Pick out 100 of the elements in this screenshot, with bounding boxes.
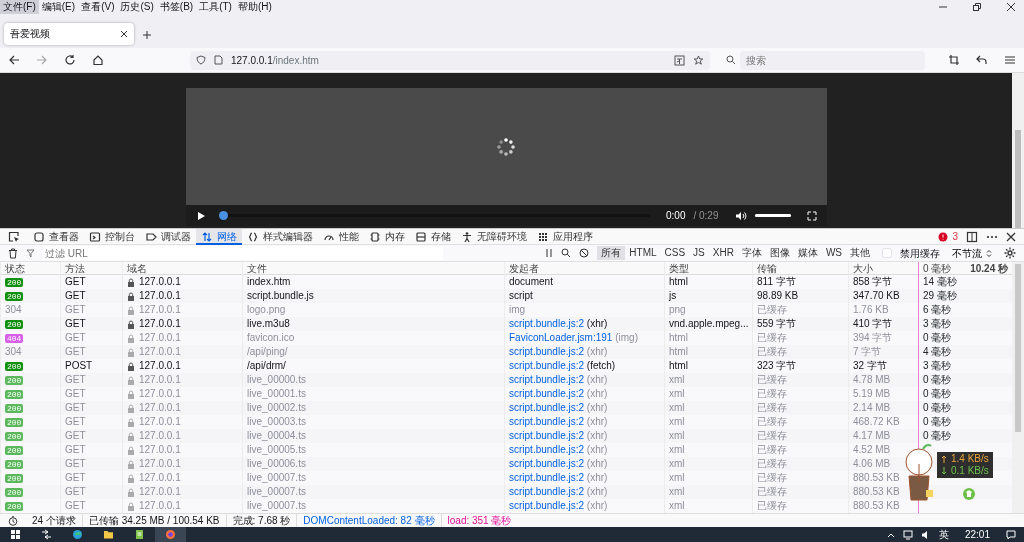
notification-icon[interactable] — [1006, 529, 1016, 540]
devtools-tab[interactable]: 调试器 — [140, 228, 196, 245]
devtools-tab[interactable]: 应用程序 — [532, 228, 598, 245]
menu-item[interactable]: 帮助(H) — [234, 0, 275, 14]
browser-icon[interactable] — [72, 529, 83, 540]
error-count[interactable]: 3 — [952, 229, 958, 244]
trash-icon[interactable] — [8, 247, 18, 259]
block-icon[interactable] — [579, 248, 590, 258]
volume-slider[interactable] — [754, 214, 791, 217]
devtools-tab[interactable]: 性能 — [318, 228, 364, 245]
type-filter[interactable]: 其他 — [846, 246, 874, 260]
initiator-link[interactable]: FaviconLoader.jsm:191 — [509, 332, 613, 343]
initiator-link[interactable]: script.bundle.js:2 — [509, 346, 585, 357]
table-row[interactable]: 200 GET 127.0.0.1 live.m3u8 script.bundle.js:2 (xhr) vnd.apple.mpeg... 559 字节 410 字节 3 毫秒 — [0, 317, 1012, 331]
volume-icon[interactable] — [734, 210, 747, 221]
browser-tab[interactable]: 吾爱视频 — [4, 23, 134, 45]
restore-icon[interactable] — [972, 2, 982, 12]
progress-slider[interactable] — [221, 211, 650, 220]
column-header[interactable]: 发起者 — [504, 262, 664, 275]
fullscreen-icon[interactable] — [806, 210, 817, 221]
menu-item[interactable]: 工具(T) — [196, 0, 235, 14]
page-scrollbar[interactable] — [1012, 73, 1024, 228]
search-field[interactable]: 搜索 — [740, 50, 925, 70]
table-scrollbar[interactable] — [1012, 262, 1024, 513]
picker-icon[interactable] — [8, 230, 20, 243]
clock-text[interactable]: 22:01 — [956, 527, 998, 542]
search-icon[interactable] — [561, 248, 572, 258]
type-filter[interactable]: WS — [821, 246, 846, 260]
play-icon[interactable] — [195, 210, 206, 221]
column-header[interactable]: 类型 — [664, 262, 752, 275]
reload-icon[interactable] — [64, 54, 76, 66]
menu-item[interactable]: 编辑(E) — [38, 0, 79, 14]
devtools-tab[interactable]: 查看器 — [28, 228, 84, 245]
devtools-tab[interactable]: 网络 — [196, 228, 242, 245]
column-header[interactable]: 方法 — [60, 262, 122, 275]
initiator-link[interactable]: script.bundle.js:2 — [509, 360, 585, 371]
initiator-link[interactable]: script.bundle.js:2 — [509, 416, 585, 427]
table-row[interactable]: 304 GET 127.0.0.1 /api/ping/ script.bundle.js:2 (xhr) html 已缓存 7 字节 4 毫秒 — [0, 345, 1012, 359]
initiator-link[interactable]: script.bundle.js:2 — [509, 374, 585, 385]
column-header[interactable]: 状态 — [0, 262, 60, 275]
initiator-link[interactable]: script.bundle.js:2 — [509, 318, 585, 329]
column-header[interactable]: 文件 — [242, 262, 504, 275]
folder-icon[interactable] — [103, 529, 114, 540]
crop-icon[interactable] — [948, 54, 960, 66]
chevron-up-icon[interactable] — [886, 531, 895, 538]
initiator-link[interactable]: script.bundle.js:2 — [509, 402, 585, 413]
type-filter[interactable]: JS — [689, 246, 709, 260]
type-filter[interactable]: CSS — [660, 246, 690, 260]
menu-icon[interactable] — [1004, 54, 1016, 66]
task-view-icon[interactable] — [41, 529, 52, 540]
initiator-link[interactable]: script.bundle.js:2 — [509, 472, 585, 483]
column-header[interactable]: 大小 — [848, 262, 918, 275]
address-field[interactable]: 127.0.0.1/index.htm — [190, 50, 710, 70]
initiator-link[interactable]: script.bundle.js:2 — [509, 486, 585, 497]
menu-item[interactable]: 书签(B) — [156, 0, 197, 14]
windows-icon[interactable] — [10, 529, 21, 540]
menu-item[interactable]: 文件(F) — [0, 0, 39, 14]
table-row[interactable]: 200 GET 127.0.0.1 live_00000.ts script.bundle.js:2 (xhr) xml 已缓存 4.78 MB 0 毫秒 — [0, 373, 1012, 387]
table-row[interactable]: 200 GET 127.0.0.1 live_00007.ts script.bundle.js:2 (xhr) xml 已缓存 880.53 KB — [0, 485, 1012, 499]
input-method[interactable]: 英 — [938, 527, 949, 542]
cache-checkbox[interactable] — [882, 248, 892, 258]
notepad-icon[interactable] — [134, 529, 145, 540]
settings-icon[interactable] — [1004, 247, 1016, 259]
error-icon[interactable] — [938, 231, 949, 242]
type-filter[interactable]: HTML — [625, 246, 661, 260]
table-row[interactable]: 200 GET 127.0.0.1 live_00002.ts script.bundle.js:2 (xhr) xml 已缓存 2.14 MB 0 毫秒 — [0, 401, 1012, 415]
type-filter[interactable]: 媒体 — [793, 246, 822, 260]
devtools-tab[interactable]: 样式编辑器 — [242, 228, 318, 245]
filter-field[interactable]: 过滤 URL — [43, 246, 443, 260]
initiator-link[interactable]: script.bundle.js:2 — [509, 458, 585, 469]
star-icon[interactable] — [693, 54, 704, 66]
column-header[interactable]: 传输 — [752, 262, 848, 275]
initiator-link[interactable]: script.bundle.js:2 — [509, 430, 585, 441]
close-icon[interactable] — [1006, 2, 1016, 12]
url-text[interactable]: 127.0.0.1/index.htm — [231, 52, 319, 68]
initiator-link[interactable]: script.bundle.js:2 — [509, 388, 585, 399]
close-icon[interactable] — [1006, 231, 1016, 242]
devtools-tab[interactable]: 内存 — [364, 228, 410, 245]
network-icon[interactable] — [902, 529, 913, 540]
translate-icon[interactable] — [674, 54, 685, 66]
type-filter[interactable]: 图像 — [765, 246, 794, 260]
type-filter[interactable]: 所有 — [597, 246, 626, 260]
back-icon[interactable] — [8, 54, 20, 66]
dock-icon[interactable] — [966, 230, 978, 243]
throttling-dropdown[interactable]: 不节流 — [948, 245, 996, 261]
undo-icon[interactable] — [976, 54, 988, 66]
initiator-link[interactable]: script.bundle.js:2 — [509, 500, 585, 511]
column-header[interactable]: 域名 — [122, 262, 242, 275]
devtools-tab[interactable]: 控制台 — [84, 228, 140, 245]
home-icon[interactable] — [92, 54, 104, 66]
close-icon[interactable] — [120, 30, 128, 38]
type-filter[interactable]: 字体 — [737, 246, 766, 260]
table-row[interactable]: 200 GET 127.0.0.1 script.bundle.js script js 98.89 KB 347.70 KB 29 毫秒 — [0, 289, 1012, 303]
firefox-icon[interactable] — [165, 529, 176, 540]
devtools-tab[interactable]: 存储 — [410, 228, 456, 245]
initiator-link[interactable]: script.bundle.js:2 — [509, 444, 585, 455]
table-row[interactable]: 200 GET 127.0.0.1 live_00004.ts script.bundle.js:2 (xhr) xml 已缓存 4.17 MB 0 毫秒 — [0, 429, 1012, 443]
devtools-tab[interactable]: 无障碍环境 — [456, 228, 532, 245]
menu-item[interactable]: 查看(V) — [78, 0, 118, 14]
menu-item[interactable]: 历史(S) — [117, 0, 157, 14]
